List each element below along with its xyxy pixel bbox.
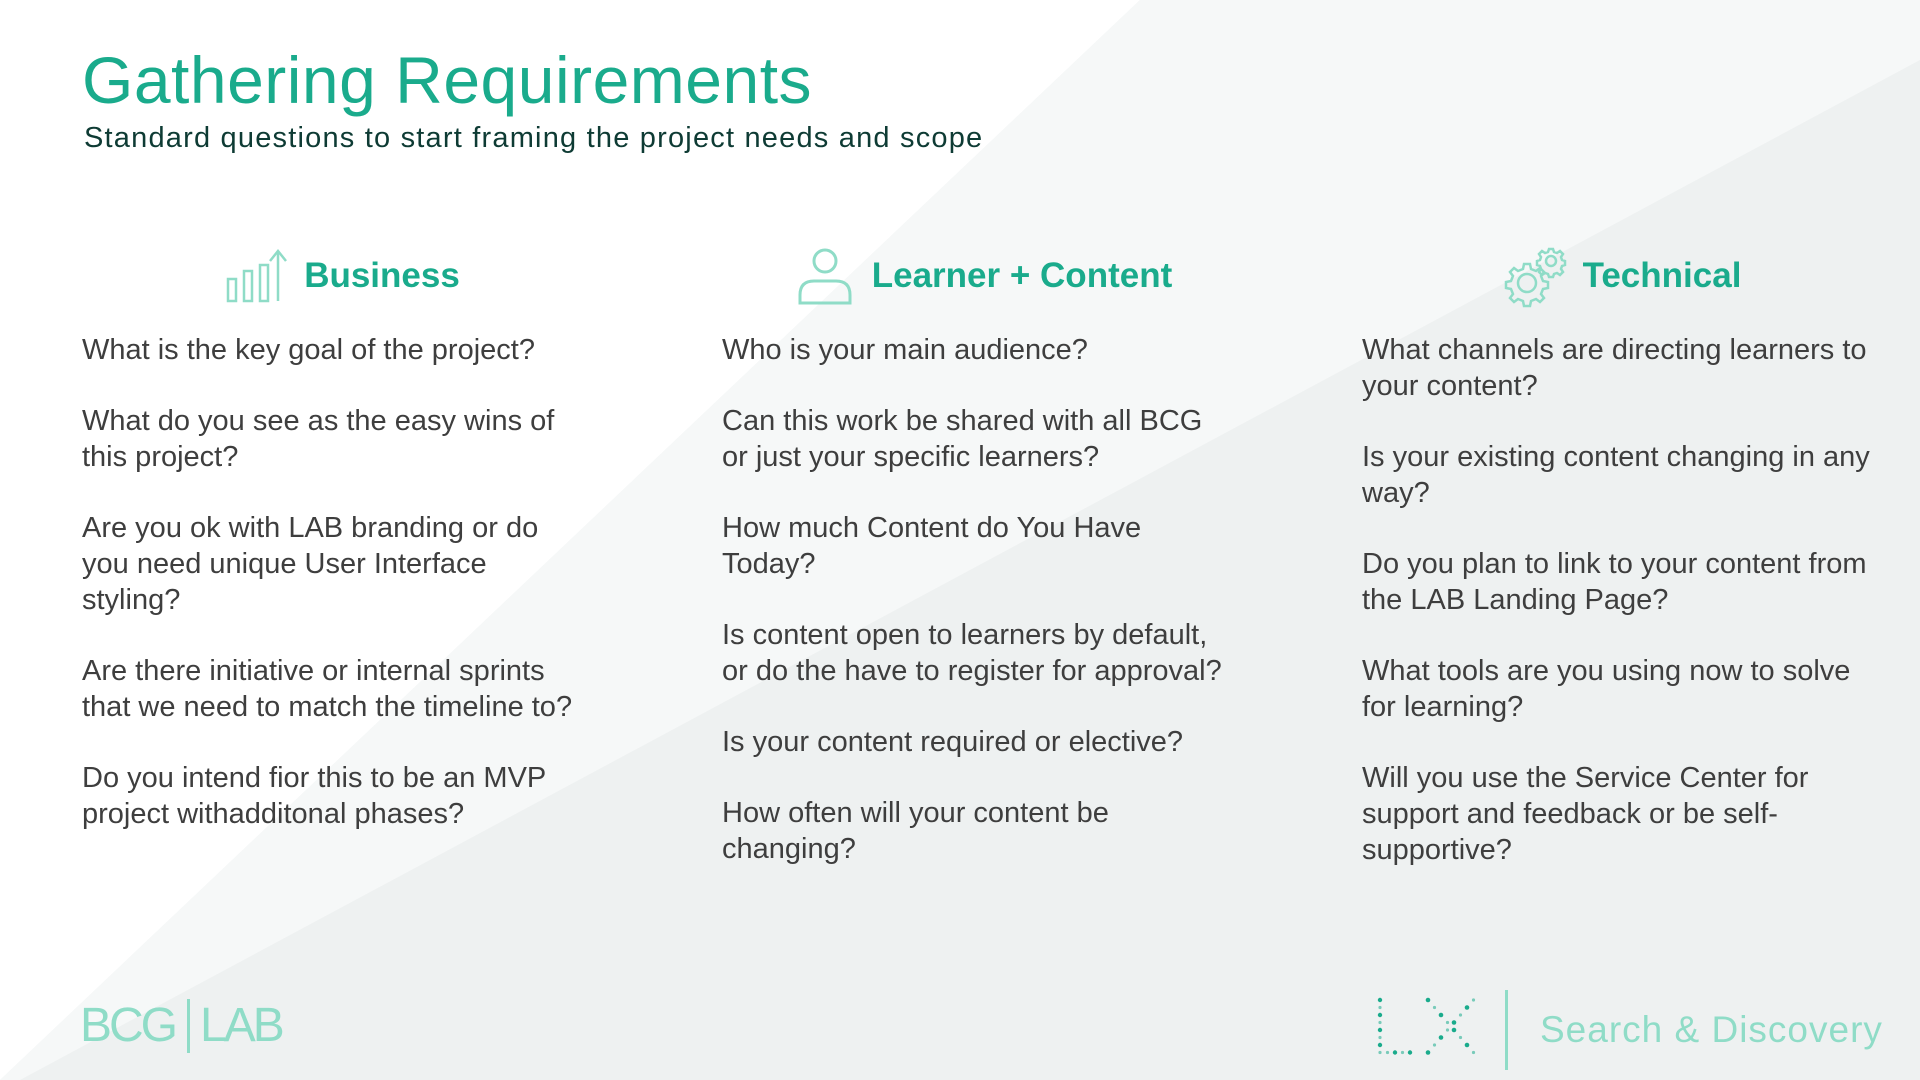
list-item: What is the key goal of the project? <box>82 334 535 366</box>
page-title: Gathering Requirements <box>82 43 813 117</box>
footer-divider <box>1505 990 1508 1070</box>
technical-column: Technical What channels are directing le… <box>1362 240 1882 903</box>
list-item: Will you use the Service Center for supp… <box>1362 762 1809 866</box>
business-heading: Business <box>304 256 460 295</box>
list-item: Are there initiative or internal sprints… <box>82 655 573 723</box>
lx-dotted-logo <box>1377 997 1476 1055</box>
logo-lab-text: LAB <box>200 999 285 1052</box>
list-item: Can this work be shared with all BCG or … <box>722 405 1203 473</box>
list-item: How often will your content be changing? <box>722 797 1109 865</box>
page-subtitle: Standard questions to start framing the … <box>84 122 984 154</box>
bar-chart-growth-icon <box>226 248 288 303</box>
list-item: How much Content do You Have Today? <box>722 512 1142 580</box>
business-question-list: What is the key goal of the project? Wha… <box>82 332 602 832</box>
list-item: Is content open to learners by default, … <box>722 619 1222 687</box>
list-item: Do you plan to link to your content from… <box>1362 548 1867 616</box>
logo-bcg-text: BCG <box>80 999 178 1052</box>
logo-divider <box>187 998 191 1053</box>
list-item: Is your content required or elective? <box>722 726 1184 758</box>
list-item: Are you ok with LAB branding or do you n… <box>82 512 539 616</box>
bcg-lab-logo: BCG LAB <box>80 998 285 1053</box>
technical-question-list: What channels are directing learners to … <box>1362 332 1882 868</box>
list-item: Is your existing content changing in any… <box>1362 441 1870 509</box>
technical-header: Technical <box>1362 240 1882 312</box>
list-item: What do you see as the easy wins of this… <box>82 405 555 473</box>
list-item: Do you intend fior this to be an MVP pro… <box>82 762 546 830</box>
gears-icon <box>1504 247 1566 308</box>
list-item: Who is your main audience? <box>722 334 1088 366</box>
business-column: Business What is the key goal of the pro… <box>82 240 602 867</box>
learner-content-header: Learner + Content <box>722 240 1242 312</box>
product-name: Search & Discovery <box>1540 1009 1883 1050</box>
learner-content-column: Learner + Content Who is your main audie… <box>722 240 1242 902</box>
person-icon <box>798 248 852 305</box>
business-header: Business <box>82 240 602 312</box>
list-item: What tools are you using now to solve fo… <box>1362 655 1851 723</box>
technical-heading: Technical <box>1582 256 1742 295</box>
learner-content-question-list: Who is your main audience? Can this work… <box>722 332 1242 867</box>
learner-content-heading: Learner + Content <box>871 256 1173 295</box>
list-item: What channels are directing learners to … <box>1362 334 1867 402</box>
